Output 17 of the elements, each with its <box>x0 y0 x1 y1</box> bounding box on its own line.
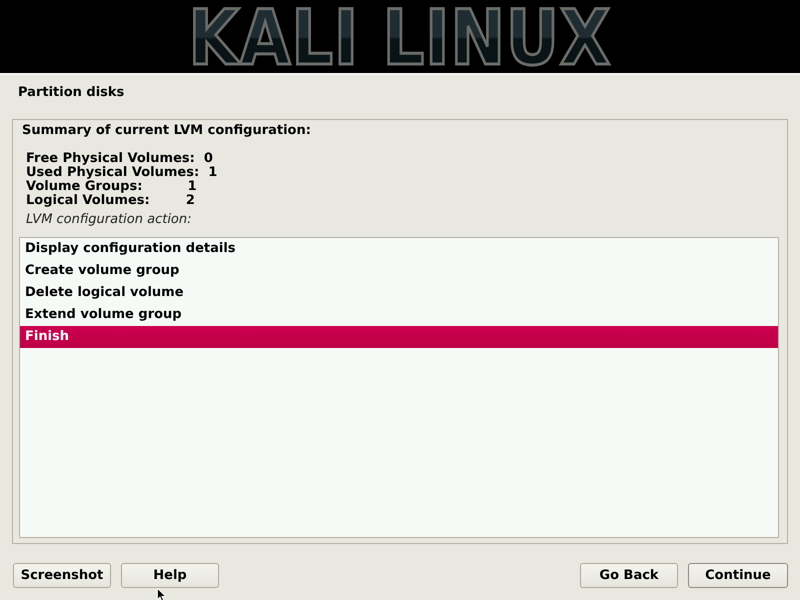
summary-line: Logical Volumes: 2 <box>26 194 196 208</box>
action-button[interactable]: Screenshot <box>13 563 111 588</box>
list-item[interactable]: Display configuration details <box>20 238 778 260</box>
summary-line: Free Physical Volumes: 0 <box>26 152 214 166</box>
list-item[interactable]: Create volume group <box>20 260 778 282</box>
summary-line: Used Physical Volumes: 1 <box>26 166 218 180</box>
list-item[interactable]: Finish <box>20 326 778 348</box>
action-button[interactable]: Help <box>121 563 219 588</box>
list-item[interactable]: Extend volume group <box>20 304 778 326</box>
list-item[interactable]: Delete logical volume <box>20 282 778 304</box>
mouse-pointer-icon <box>157 588 167 600</box>
summary-heading: Summary of current LVM configuration: <box>21 123 312 139</box>
nav-button[interactable]: Continue <box>688 563 788 588</box>
nav-button[interactable]: Go Back <box>580 563 678 588</box>
page-title: Partition disks <box>17 84 126 102</box>
summary-line: Volume Groups: 1 <box>26 180 198 194</box>
prompt-text: LVM configuration action: <box>25 212 193 228</box>
